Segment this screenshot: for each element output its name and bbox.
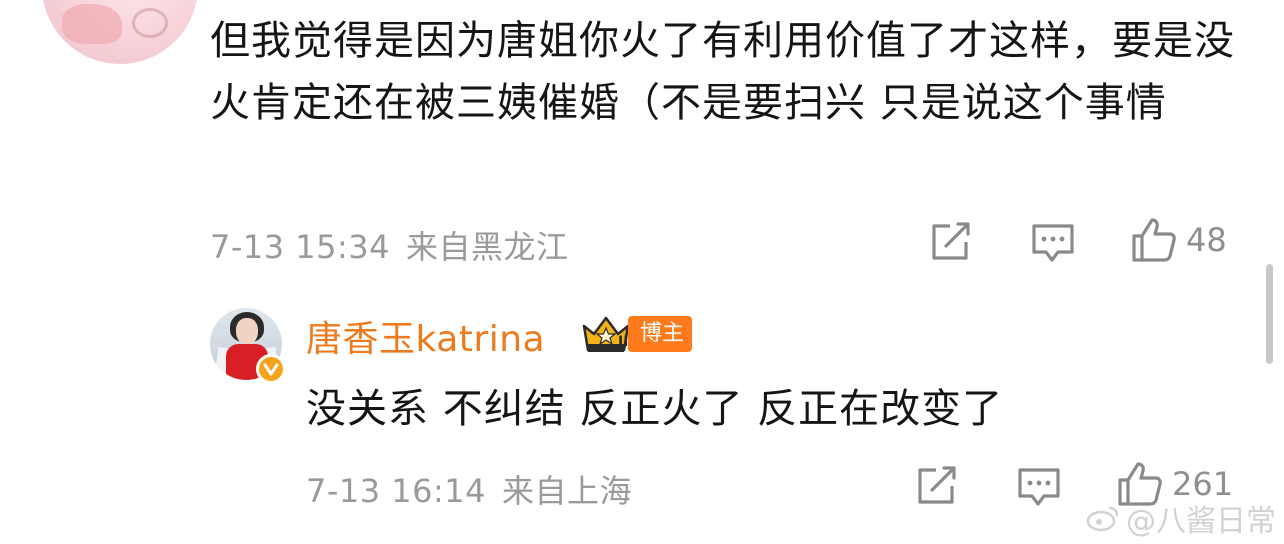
verified-icon (256, 354, 286, 384)
comment-text: 但我觉得是因为唐姐你火了有利用价值了才这样，要是没火肯定还在被三姨催婚（不是要扫… (210, 18, 1235, 126)
share-icon (932, 222, 970, 260)
share-icon (918, 466, 956, 504)
crown-icon: II (580, 314, 632, 360)
comment-time: 7-13 15:34 (210, 228, 391, 266)
reply-text: 没关系 不纠结 反正火了 反正在改变了 (306, 386, 1004, 432)
watermark-text: @八酱日常 (1126, 504, 1276, 539)
weibo-logo-icon (1086, 506, 1119, 532)
blogger-badge: 博主 (628, 316, 693, 352)
watermark: @八酱日常 (1086, 496, 1276, 540)
comment-icon (1032, 224, 1074, 262)
comment-button[interactable] (1030, 222, 1076, 264)
comment-location: 来自黑龙江 (406, 228, 569, 266)
scrollbar[interactable] (1266, 264, 1273, 364)
like-button[interactable]: 48 (1130, 216, 1227, 264)
comment-meta: 7-13 15:34 来自黑龙江 (210, 222, 569, 268)
share-button[interactable] (930, 222, 972, 262)
reply-time: 7-13 16:14 (306, 472, 487, 510)
reply-username[interactable]: 唐香玉katrina (306, 310, 545, 362)
reply-location: 来自上海 (502, 472, 633, 510)
like-count: 48 (1186, 221, 1227, 259)
thumbs-up-icon (1132, 218, 1176, 262)
reply-share-button[interactable] (916, 466, 958, 506)
avatar-face (236, 318, 258, 344)
commenter-avatar[interactable] (42, 0, 198, 64)
avatar-doodle-2 (132, 8, 168, 38)
comment-icon (1018, 468, 1060, 506)
reply-meta: 7-13 16:14 来自上海 (306, 466, 632, 512)
crown-level: II (618, 334, 629, 350)
avatar-doodle (62, 4, 122, 44)
reply-comment-button[interactable] (1016, 466, 1062, 508)
